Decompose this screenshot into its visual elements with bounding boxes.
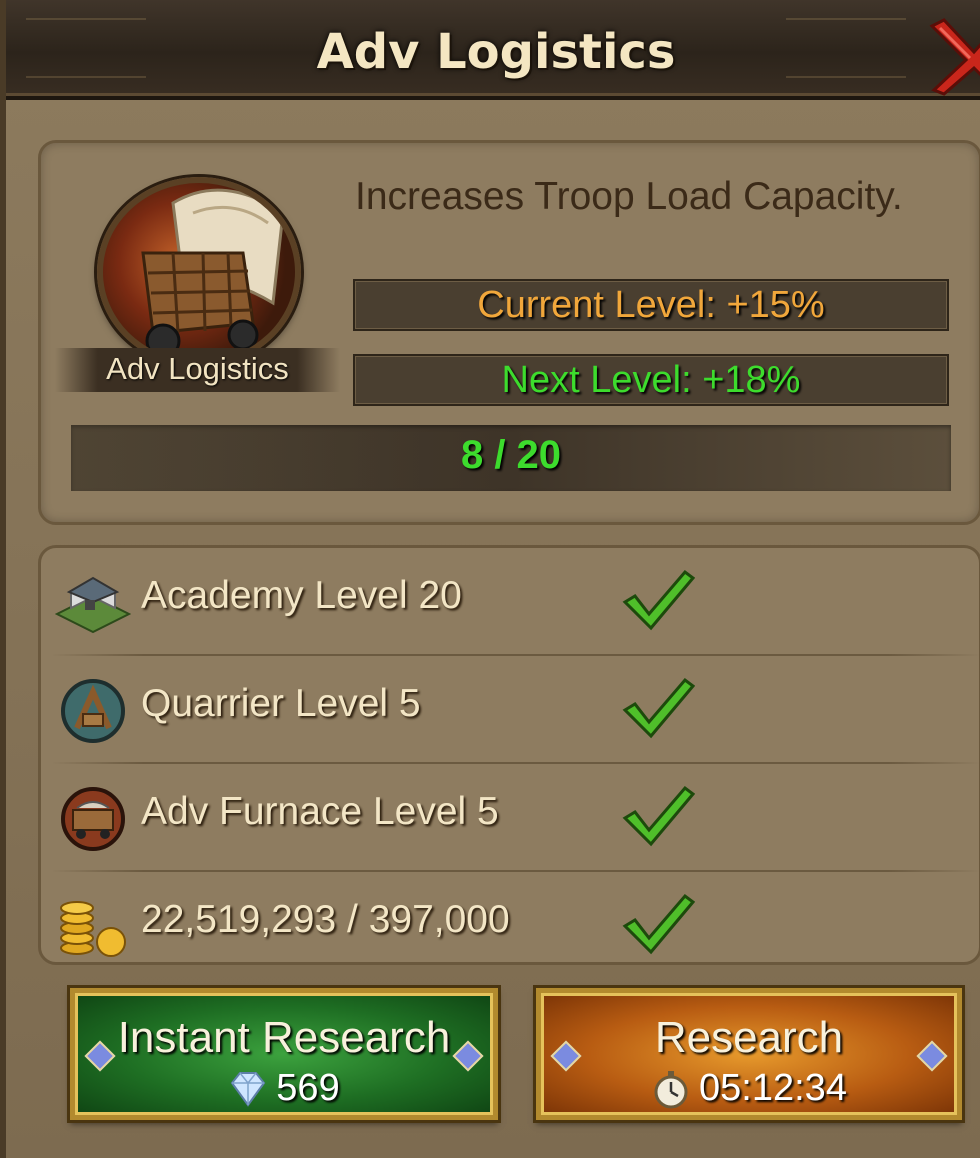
- instant-research-button[interactable]: Instant Research 569: [70, 988, 498, 1120]
- requirement-text: Academy Level 20: [141, 574, 462, 617]
- instant-research-label: Instant Research: [117, 1013, 451, 1062]
- research-time-value: 05:12:34: [699, 1067, 847, 1109]
- close-x-icon: [929, 18, 980, 96]
- research-button[interactable]: Research 05:12:34: [536, 988, 962, 1120]
- checkmark-icon: [621, 892, 696, 956]
- supply-wagon-icon: [97, 177, 301, 367]
- requirement-row: 22,519,293 / 397,000: [51, 872, 980, 978]
- academy-building-icon: [54, 570, 132, 636]
- adv-furnace-icon: [55, 786, 131, 852]
- dialog-header: Adv Logistics: [6, 0, 980, 100]
- gold-coins-icon: [55, 894, 131, 960]
- tech-info-panel: Adv Logistics Increases Troop Load Capac…: [38, 140, 980, 525]
- stopwatch-icon: [654, 1070, 688, 1108]
- level-progress-text: 8 / 20: [460, 433, 562, 477]
- research-label: Research: [654, 1013, 844, 1062]
- requirements-panel: Academy Level 20 Quarrier Level 5 Adv Fu…: [38, 545, 980, 965]
- tech-label: Adv Logistics: [106, 351, 289, 386]
- research-dialog: Adv Logistics Adv Logistics Increases Tr…: [0, 0, 980, 1158]
- requirement-row: Academy Level 20: [51, 548, 980, 654]
- quarrier-icon: [55, 678, 131, 744]
- current-level-stat: Current Level: +15%: [353, 279, 949, 331]
- instant-research-cost: 569: [75, 1067, 493, 1110]
- gem-icon: [231, 1071, 266, 1107]
- close-button[interactable]: [926, 16, 980, 96]
- research-time: 05:12:34: [541, 1067, 957, 1110]
- gem-cost-value: 569: [276, 1067, 340, 1109]
- tech-description: Increases Troop Load Capacity.: [355, 175, 903, 218]
- requirement-row: Quarrier Level 5: [51, 656, 980, 762]
- dialog-title: Adv Logistics: [316, 24, 676, 80]
- requirement-row: Adv Furnace Level 5: [51, 764, 980, 870]
- checkmark-icon: [621, 568, 696, 632]
- next-level-stat: Next Level: +18%: [353, 354, 949, 406]
- requirement-text: Quarrier Level 5: [141, 682, 421, 725]
- requirement-text: 22,519,293 / 397,000: [141, 898, 510, 941]
- checkmark-icon: [621, 784, 696, 848]
- level-progress-bar: 8 / 20: [71, 425, 951, 491]
- requirement-text: Adv Furnace Level 5: [141, 790, 499, 833]
- checkmark-icon: [621, 676, 696, 740]
